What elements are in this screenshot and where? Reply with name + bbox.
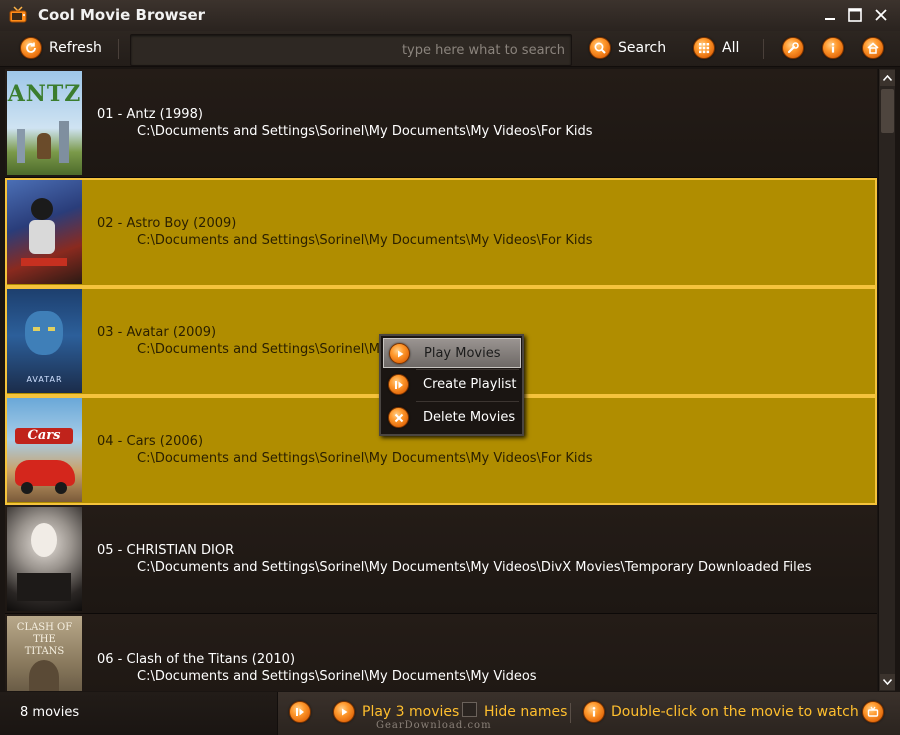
movie-row[interactable]: CLASH OF THE TITANS 06 - Clash of the Ti… [5,614,877,691]
menu-item-create-playlist[interactable]: Create Playlist [383,370,521,400]
all-button[interactable]: All [722,40,739,56]
grid-icon[interactable] [693,37,715,59]
menu-item-label: Delete Movies [423,410,516,425]
poster-title: ANTZ [7,81,82,107]
status-divider [570,703,571,723]
play-selected-button[interactable]: Play 3 movies [362,704,459,720]
play-icon[interactable] [289,701,311,723]
menu-item-play-movies[interactable]: Play Movies [383,338,521,368]
search-icon[interactable] [589,37,611,59]
movie-path: C:\Documents and Settings\Sorinel\My Doc… [137,233,593,248]
movie-title: 03 - Avatar (2009) [97,325,217,340]
maximize-icon[interactable] [846,6,864,24]
hide-names-label[interactable]: Hide names [484,704,567,720]
movie-poster [7,507,82,611]
tv-app-icon [9,6,27,23]
menu-item-label: Play Movies [424,346,501,361]
menu-divider [416,401,519,402]
movie-title: 04 - Cars (2006) [97,434,204,449]
movie-poster [7,180,82,284]
status-actions-panel: Play 3 movies Hide names Double-click on… [277,692,900,735]
search-box [130,34,572,66]
poster-title: CLASH OF THE TITANS [16,622,73,657]
movie-row[interactable]: 05 - CHRISTIAN DIOR C:\Documents and Set… [5,505,877,614]
movie-title: 06 - Clash of the Titans (2010) [97,652,296,667]
scroll-down-button[interactable] [880,674,895,690]
refresh-icon[interactable] [20,37,42,59]
movie-count: 8 movies [20,705,80,720]
vertical-scrollbar[interactable] [878,69,895,691]
movie-poster: AVATAR [7,289,82,393]
toolbar-divider [118,39,119,59]
minimize-icon[interactable] [821,6,839,24]
title-bar: Cool Movie Browser [0,0,900,31]
movie-poster: Cars [7,398,82,502]
home-icon[interactable] [862,37,884,59]
info-icon[interactable] [822,37,844,59]
scroll-up-button[interactable] [880,70,895,86]
movie-title: 05 - CHRISTIAN DIOR [97,543,235,558]
movie-row[interactable]: ANTZ 01 - Antz (1998) C:\Documents and S… [5,69,877,178]
play-icon[interactable] [333,701,355,723]
tv-icon[interactable] [862,701,884,723]
hide-names-checkbox[interactable] [462,702,477,717]
menu-item-label: Create Playlist [423,377,517,392]
watermark: GearDownload.com [376,720,492,731]
playlist-icon [388,374,409,395]
movie-poster: ANTZ [7,71,82,175]
chevron-down-icon [883,679,892,685]
search-input[interactable] [131,35,571,65]
window-title: Cool Movie Browser [38,6,206,24]
movie-poster: CLASH OF THE TITANS [7,616,82,691]
refresh-button[interactable]: Refresh [49,40,102,56]
menu-item-delete-movies[interactable]: Delete Movies [383,403,521,433]
poster-title: AVATAR [26,375,63,384]
wrench-icon[interactable] [782,37,804,59]
movie-title: 01 - Antz (1998) [97,107,203,122]
chevron-up-icon [883,75,892,81]
context-menu: Play Movies Create Playlist Delete Movie… [379,334,524,436]
movie-path: C:\Documents and Settings\Sorinel\My Doc… [137,560,812,575]
close-icon[interactable] [872,6,890,24]
toolbar-divider [763,39,764,59]
search-button[interactable]: Search [618,40,666,56]
poster-title: Cars [15,428,73,444]
movie-title: 02 - Astro Boy (2009) [97,216,237,231]
movie-path: C:\Documents and Settings\Sorinel\My Doc… [137,669,537,684]
movie-row-selected[interactable]: 02 - Astro Boy (2009) C:\Documents and S… [5,178,877,287]
play-icon [389,343,410,364]
movie-path: C:\Documents and Settings\Sorinel\My [137,342,388,357]
movie-path: C:\Documents and Settings\Sorinel\My Doc… [137,451,593,466]
toolbar: Refresh Search All [0,31,900,67]
usage-hint: Double-click on the movie to watch it ! [611,704,883,720]
movie-path: C:\Documents and Settings\Sorinel\My Doc… [137,124,593,139]
delete-icon [388,407,409,428]
info-icon [583,701,605,723]
scroll-thumb[interactable] [881,89,894,133]
